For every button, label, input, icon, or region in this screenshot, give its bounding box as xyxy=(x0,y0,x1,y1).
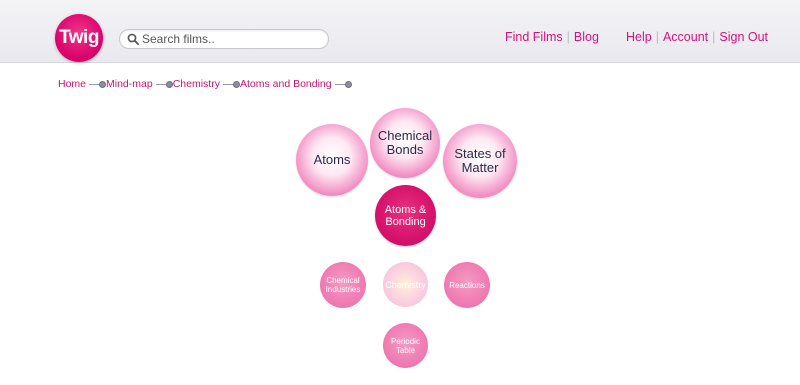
nav-sign-out[interactable]: Sign Out xyxy=(719,30,768,44)
breadcrumb-connector-icon xyxy=(89,79,107,89)
related-bubble-chemistry[interactable]: Chemistry xyxy=(383,262,428,307)
topic-label: Atoms & Bonding xyxy=(384,203,427,228)
topic-label: States of Matter xyxy=(454,146,506,175)
breadcrumb-atoms-and-bonding[interactable]: Atoms and Bonding xyxy=(240,78,332,90)
related-bubble-periodic-table[interactable]: Periodic Table xyxy=(383,323,428,368)
topic-label: Periodic Table xyxy=(391,336,420,355)
breadcrumb: Home Mind-map Chemistry Atoms and Bondin… xyxy=(58,78,352,90)
topic-label: Chemistry xyxy=(385,279,426,290)
nav-blog[interactable]: Blog xyxy=(574,30,599,44)
topic-label: Chemical Bonds xyxy=(377,128,433,157)
nav-account[interactable]: Account xyxy=(663,30,708,44)
top-header: Twig Find Films | Blog Help | Account | … xyxy=(0,0,800,63)
search-input[interactable] xyxy=(142,31,322,47)
current-topic-bubble[interactable]: Atoms & Bonding xyxy=(375,185,436,246)
account-nav: Help | Account | Sign Out xyxy=(626,30,768,44)
topic-bubble-chemical-bonds[interactable]: Chemical Bonds xyxy=(370,108,440,178)
breadcrumb-mind-map[interactable]: Mind-map xyxy=(106,78,153,90)
topic-bubble-states-of-matter[interactable]: States of Matter xyxy=(443,124,517,198)
nav-separator: | xyxy=(566,30,570,44)
topic-label: Atoms xyxy=(313,152,351,167)
topic-label: Reactions xyxy=(449,280,485,290)
nav-help[interactable]: Help xyxy=(626,30,652,44)
nav-separator: | xyxy=(655,30,659,44)
breadcrumb-connector-icon xyxy=(155,79,173,89)
twig-logo[interactable]: Twig xyxy=(55,14,103,62)
primary-nav: Find Films | Blog xyxy=(505,30,599,44)
breadcrumb-chemistry[interactable]: Chemistry xyxy=(173,78,220,90)
topic-label: Chemical Industries xyxy=(325,276,361,294)
related-bubble-chemical-industries[interactable]: Chemical Industries xyxy=(320,262,366,308)
nav-find-films[interactable]: Find Films xyxy=(505,30,563,44)
breadcrumb-connector-icon xyxy=(222,79,240,89)
topic-bubble-atoms[interactable]: Atoms xyxy=(296,124,368,196)
search-box[interactable] xyxy=(119,29,329,49)
breadcrumb-connector-icon xyxy=(334,79,352,89)
nav-separator: | xyxy=(712,30,716,44)
related-bubble-reactions[interactable]: Reactions xyxy=(444,262,490,308)
search-icon xyxy=(127,33,139,45)
breadcrumb-home[interactable]: Home xyxy=(58,78,86,90)
